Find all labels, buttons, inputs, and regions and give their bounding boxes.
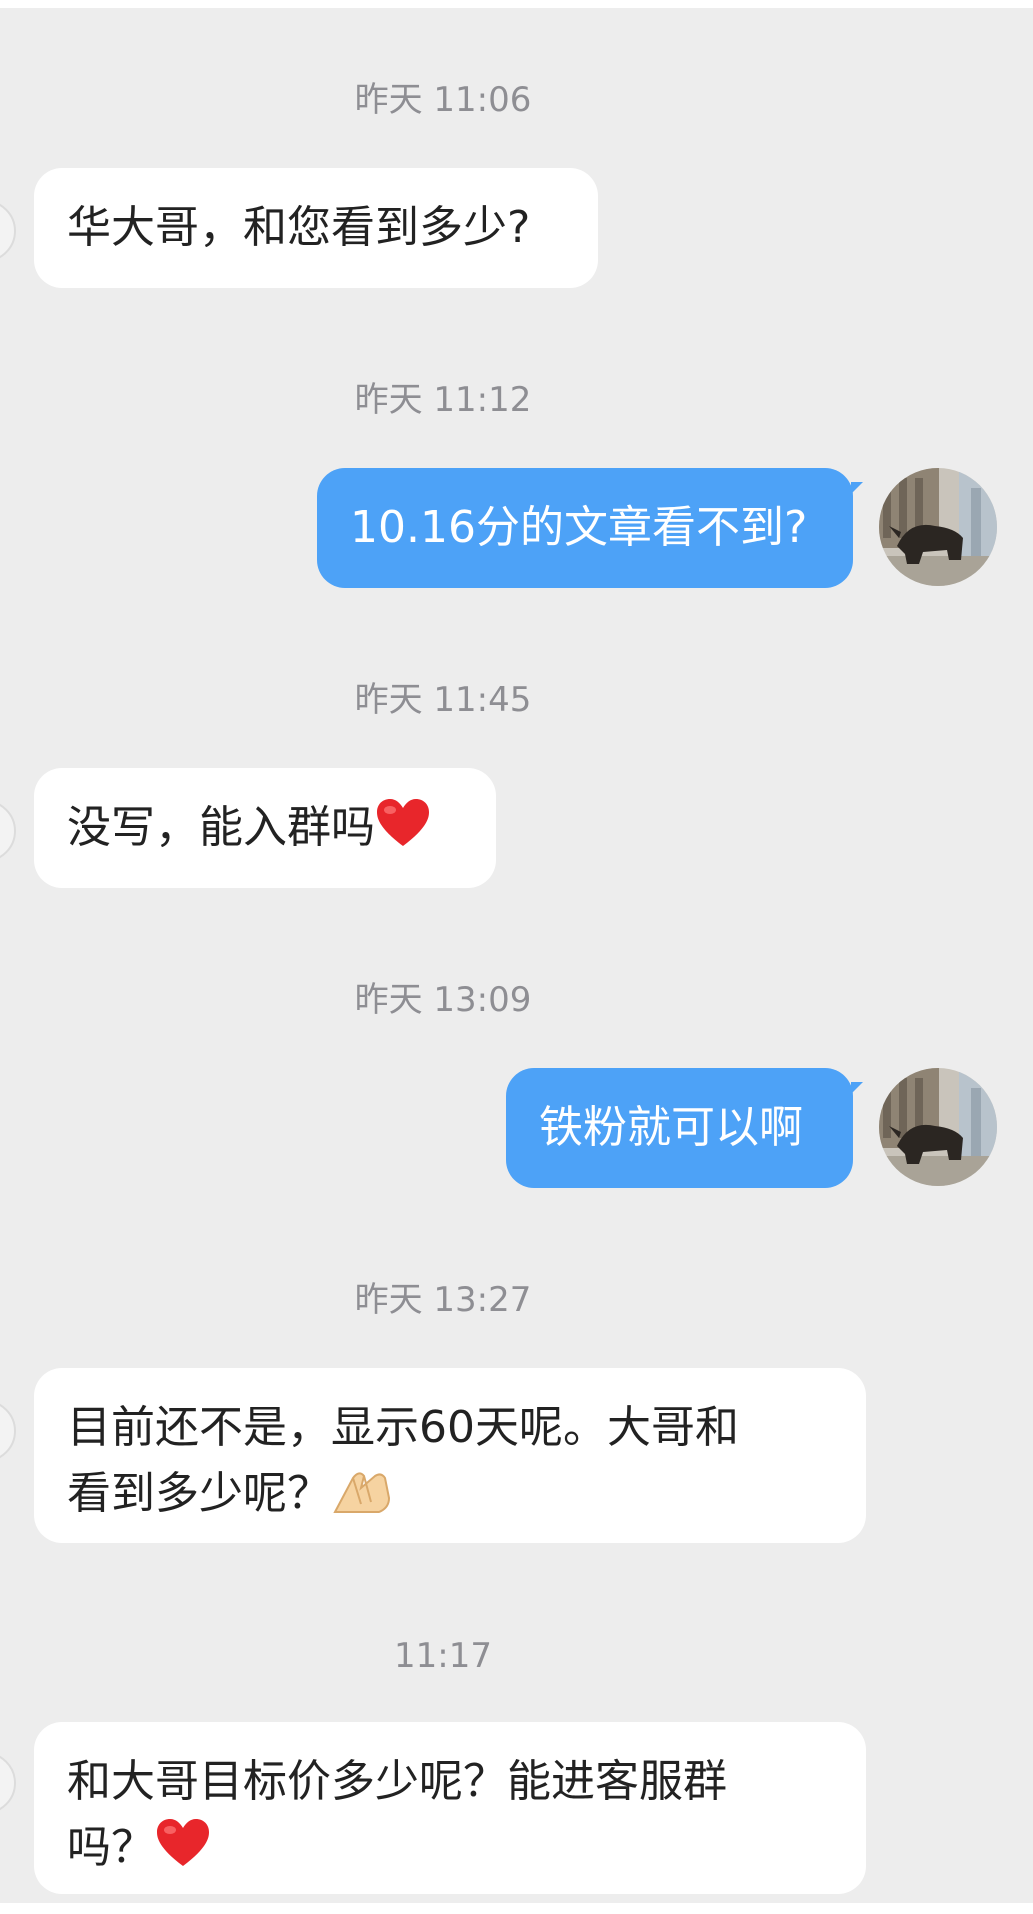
timestamp: 昨天 13:27 bbox=[354, 1280, 532, 1320]
contact-avatar[interactable] bbox=[0, 200, 16, 262]
top-edge bbox=[0, 0, 1033, 8]
chat-view: 昨天 11:06 华大哥，和您看到多少? 昨天 11:12 10.16分的文章看… bbox=[0, 0, 1033, 1914]
message-text-line: 目前还不是，显示60天呢。大哥和 bbox=[67, 1402, 739, 1453]
message-bubble-sent[interactable]: 10.16分的文章看不到? bbox=[317, 468, 863, 588]
message-text: 华大哥，和您看到多少? bbox=[67, 202, 531, 253]
message-text-line: 吗？ bbox=[67, 1815, 833, 1881]
message-bubble-received[interactable]: 目前还不是，显示60天呢。大哥和 看到多少呢？ bbox=[34, 1368, 866, 1543]
contact-avatar[interactable] bbox=[0, 1752, 16, 1814]
message-text: 没写，能入群吗 bbox=[67, 802, 375, 853]
timestamp: 11:17 bbox=[394, 1636, 492, 1676]
message-text-line: 看到多少呢？ bbox=[67, 1461, 833, 1535]
contact-avatar[interactable] bbox=[0, 800, 16, 862]
message-bubble-received[interactable]: 华大哥，和您看到多少? bbox=[34, 168, 598, 288]
heart-icon bbox=[375, 798, 431, 848]
message-bubble-received[interactable]: 没写，能入群吗 bbox=[34, 768, 496, 888]
pressed-hands-icon bbox=[331, 1468, 393, 1535]
bottom-edge bbox=[0, 1903, 1033, 1914]
my-avatar[interactable] bbox=[879, 1068, 997, 1186]
message-text: 10.16分的文章看不到? bbox=[350, 502, 808, 553]
message-bubble-sent[interactable]: 铁粉就可以啊 bbox=[506, 1068, 863, 1188]
message-bubble-received[interactable]: 和大哥目标价多少呢？能进客服群 吗？ bbox=[34, 1722, 866, 1894]
timestamp: 昨天 11:06 bbox=[354, 80, 532, 120]
timestamp: 昨天 13:09 bbox=[354, 980, 532, 1020]
contact-avatar[interactable] bbox=[0, 1400, 16, 1462]
message-text: 铁粉就可以啊 bbox=[539, 1102, 803, 1153]
my-avatar[interactable] bbox=[879, 468, 997, 586]
timestamp: 昨天 11:12 bbox=[354, 380, 532, 420]
message-text-line: 和大哥目标价多少呢？能进客服群 bbox=[67, 1756, 727, 1807]
heart-icon bbox=[155, 1818, 211, 1868]
timestamp: 昨天 11:45 bbox=[354, 680, 532, 720]
